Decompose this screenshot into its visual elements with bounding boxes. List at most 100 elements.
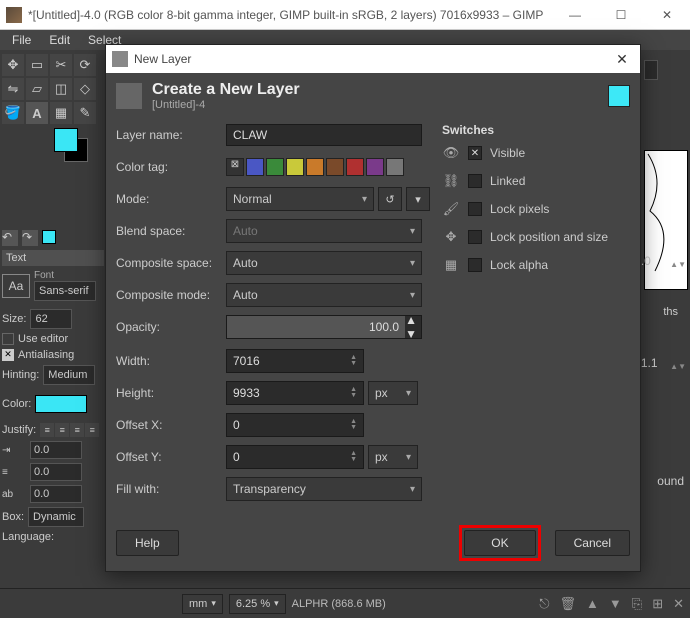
opacity-slider[interactable]: 100.0 ▲▼ <box>226 315 422 339</box>
color-tag-blue[interactable] <box>246 158 264 176</box>
color-tag-yellow[interactable] <box>286 158 304 176</box>
composite-mode-select[interactable]: Auto▾ <box>226 283 422 307</box>
status-info: ALPHR (868.6 MB) <box>292 598 386 610</box>
size-input[interactable]: 62 <box>30 309 72 329</box>
indent-icon: ⇥ <box>2 445 26 456</box>
mode-label: Mode: <box>116 192 226 206</box>
mode-reset-button[interactable]: ↺ <box>378 187 402 211</box>
tool-pencil[interactable]: ✎ <box>74 102 96 124</box>
color-tag-orange[interactable] <box>306 158 324 176</box>
background-label-frag: ound <box>657 474 684 488</box>
lock-position-checkbox[interactable] <box>468 230 482 244</box>
lock-pixels-checkbox[interactable] <box>468 202 482 216</box>
lock-alpha-checkbox[interactable] <box>468 258 482 272</box>
antialiasing-checkbox[interactable]: ✕ <box>2 349 14 361</box>
active-color-icon <box>42 230 56 244</box>
hinting-label: Hinting: <box>2 369 39 381</box>
indent-input[interactable] <box>30 441 82 459</box>
zoom-select[interactable]: 6.25 % ▾ <box>229 594 286 614</box>
window-titlebar: *[Untitled]-4.0 (RGB color 8-bit gamma i… <box>0 0 690 30</box>
ok-button[interactable]: OK <box>464 530 535 556</box>
menu-edit[interactable]: Edit <box>41 31 78 49</box>
letter-spacing-icon: ab <box>2 489 26 500</box>
text-color-swatch[interactable] <box>35 395 87 413</box>
tool-bucket[interactable]: 🪣 <box>2 102 24 124</box>
hinting-select[interactable]: Medium <box>43 365 95 385</box>
tool-rotate[interactable]: ⟳ <box>74 54 96 76</box>
blend-space-select[interactable]: Auto▾ <box>226 219 422 243</box>
justify-right-icon[interactable]: ≡ <box>70 423 84 437</box>
justify-center-icon[interactable]: ≡ <box>55 423 69 437</box>
blend-space-label: Blend space: <box>116 224 226 238</box>
cancel-button[interactable]: Cancel <box>555 530 630 556</box>
font-preview-icon[interactable]: Aa <box>2 274 30 298</box>
mode-select[interactable]: Normal▾ <box>226 187 374 211</box>
status-icon-1[interactable]: ⎋ <box>539 596 549 612</box>
dialog-header: Create a New Layer [Untitled]-4 <box>106 73 640 119</box>
tool-crop[interactable]: ✂ <box>50 54 72 76</box>
mode-menu-button[interactable]: ▾ <box>406 187 430 211</box>
visible-label: Visible <box>490 146 525 160</box>
maximize-button[interactable]: ☐ <box>598 0 644 30</box>
antialiasing-label: Antialiasing <box>18 349 74 361</box>
status-icon-7[interactable]: ✕ <box>673 596 684 612</box>
status-icon-6[interactable]: ⊞ <box>652 596 663 612</box>
tool-perspective[interactable]: ◫ <box>50 78 72 100</box>
unit-select[interactable]: mm ▾ <box>182 594 223 614</box>
color-tag-picker: ⊠ <box>226 158 404 176</box>
fill-with-select[interactable]: Transparency▾ <box>226 477 422 501</box>
switches-panel: Switches 👁 ✕ Visible ⛓ Linked 🖌 Lock pix… <box>434 123 630 509</box>
language-label: Language: <box>2 531 54 543</box>
status-icon-3[interactable]: ▲ <box>586 596 599 612</box>
size-unit-select[interactable]: px▾ <box>368 381 418 405</box>
status-icon-5[interactable]: ⎘ <box>632 596 642 612</box>
color-tag-green[interactable] <box>266 158 284 176</box>
history-back-icon[interactable]: ↶ <box>2 230 18 246</box>
tool-move[interactable]: ✥ <box>2 54 24 76</box>
foreground-color-swatch[interactable] <box>54 128 78 152</box>
box-select[interactable]: Dynamic <box>28 507 84 527</box>
composite-space-select[interactable]: Auto▾ <box>226 251 422 275</box>
justify-label: Justify: <box>2 424 36 436</box>
ths-label: ths <box>663 306 678 318</box>
tool-shear[interactable]: ▱ <box>26 78 48 100</box>
menu-file[interactable]: File <box>4 31 39 49</box>
status-icon-4[interactable]: ▼ <box>609 596 622 612</box>
status-icon-2[interactable]: 🗑 <box>560 596 577 612</box>
visible-checkbox[interactable]: ✕ <box>468 146 482 160</box>
color-tag-brown[interactable] <box>326 158 344 176</box>
color-tag-violet[interactable] <box>366 158 384 176</box>
offset-x-label: Offset X: <box>116 418 226 432</box>
width-input[interactable]: 7016▲▼ <box>226 349 364 373</box>
justify-left-icon[interactable]: ≡ <box>40 423 54 437</box>
height-label: Height: <box>116 386 226 400</box>
height-input[interactable]: 9933▲▼ <box>226 381 364 405</box>
color-tag-gray[interactable] <box>386 158 404 176</box>
layer-name-input[interactable] <box>226 124 422 146</box>
history-fwd-icon[interactable]: ↷ <box>22 230 38 246</box>
letter-spacing-input[interactable] <box>30 485 82 503</box>
tool-flip[interactable]: ⇋ <box>2 78 24 100</box>
tool-handle[interactable]: ◇ <box>74 78 96 100</box>
minimize-button[interactable]: — <box>552 0 598 30</box>
offset-unit-select[interactable]: px▾ <box>368 445 418 469</box>
tool-align[interactable]: ▭ <box>26 54 48 76</box>
close-button[interactable]: ✕ <box>644 0 690 30</box>
font-select[interactable]: Sans-serif <box>34 281 96 301</box>
font-label: Font <box>34 270 104 281</box>
tool-gradient[interactable]: ▦ <box>50 102 72 124</box>
linked-checkbox[interactable] <box>468 174 482 188</box>
line-spacing-input[interactable] <box>30 463 82 481</box>
offset-x-input[interactable]: 0▲▼ <box>226 413 364 437</box>
tool-text[interactable]: A <box>26 102 48 124</box>
help-button[interactable]: Help <box>116 530 179 556</box>
color-tag-red[interactable] <box>346 158 364 176</box>
justify-fill-icon[interactable]: ≡ <box>85 423 99 437</box>
dialog-close-button[interactable]: ✕ <box>610 47 634 71</box>
color-tag-none[interactable]: ⊠ <box>226 158 244 176</box>
offset-y-input[interactable]: 0▲▼ <box>226 445 364 469</box>
size-label: Size: <box>2 313 26 325</box>
dock-tab-icon[interactable] <box>644 60 658 80</box>
use-editor-checkbox[interactable] <box>2 333 14 345</box>
app-icon <box>6 7 22 23</box>
